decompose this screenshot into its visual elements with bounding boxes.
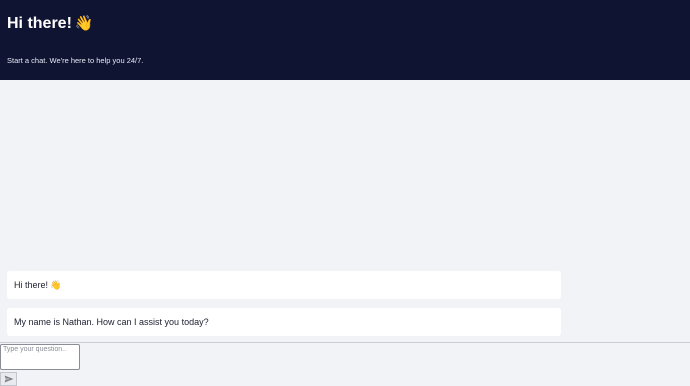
message-composer	[0, 342, 690, 386]
header-subtitle: Start a chat. We're here to help you 24/…	[7, 56, 144, 65]
header-title: Hi there! 👋	[7, 14, 94, 33]
chat-header: Hi there! 👋 Start a chat. We're here to h…	[0, 0, 690, 80]
header-title-text: Hi there!	[7, 15, 72, 32]
question-input[interactable]	[0, 344, 80, 370]
message-bubble: My name is Nathan. How can I assist you …	[7, 308, 561, 336]
send-icon	[4, 375, 14, 383]
message-list: Hi there! 👋 My name is Nathan. How can I …	[0, 80, 690, 342]
send-button[interactable]	[0, 372, 17, 386]
message-text: My name is Nathan. How can I assist you …	[14, 317, 209, 327]
chat-widget: Hi there! 👋 Start a chat. We're here to h…	[0, 0, 690, 386]
waving-hand-icon: 👋	[50, 280, 62, 290]
message-text: Hi there!	[14, 280, 49, 290]
message-bubble: Hi there! 👋	[7, 271, 561, 299]
waving-hand-icon: 👋	[74, 15, 94, 32]
